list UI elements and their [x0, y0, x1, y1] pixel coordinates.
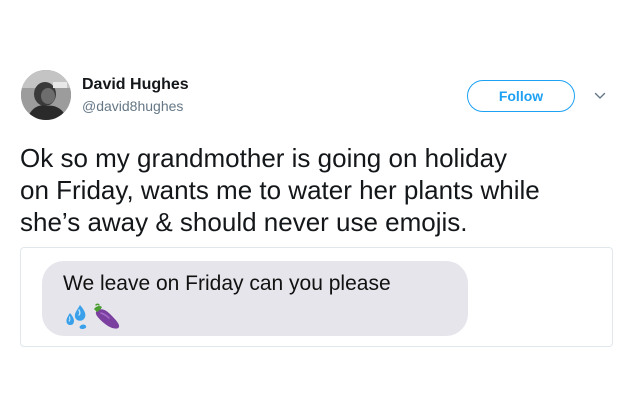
attached-image-card[interactable]: We leave on Friday can you please: [20, 247, 613, 347]
author-display-name[interactable]: David Hughes: [82, 76, 189, 94]
follow-button[interactable]: Follow: [467, 80, 575, 112]
avatar[interactable]: [21, 70, 71, 120]
tweet: David Hughes @david8hughes Follow Ok so …: [0, 0, 625, 415]
author-handle[interactable]: @david8hughes: [82, 98, 183, 114]
sweat-droplets-emoji: [66, 305, 87, 329]
message-bubble: We leave on Friday can you please: [42, 261, 468, 336]
message-emojis: [62, 302, 122, 330]
profile-photo-icon: [21, 70, 71, 120]
message-text: We leave on Friday can you please: [63, 272, 391, 295]
eggplant-emoji: [94, 303, 120, 329]
chevron-down-icon[interactable]: [594, 89, 606, 101]
tweet-text: Ok so my grandmother is going on holiday…: [20, 143, 540, 237]
